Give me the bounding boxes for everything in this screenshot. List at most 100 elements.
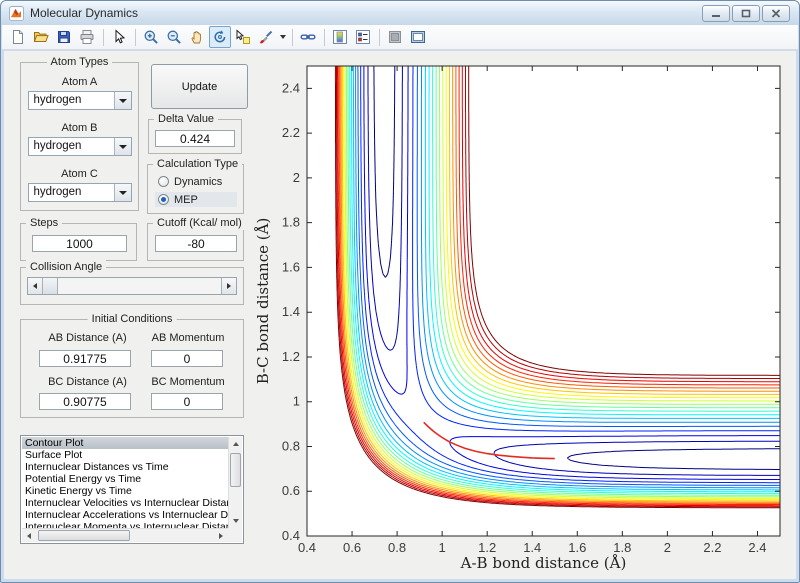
list-item[interactable]: Internuclear Velocities vs Internuclear … <box>22 497 228 509</box>
dropdown-arrow-icon <box>114 184 131 201</box>
svg-text:B-C bond distance (Å): B-C bond distance (Å) <box>254 218 272 385</box>
insert-legend-icon <box>355 29 371 45</box>
new-figure-button[interactable] <box>7 26 29 48</box>
figure-toolbar <box>2 25 798 50</box>
scroll-right-arrow[interactable] <box>216 529 226 542</box>
zoom-in-button[interactable] <box>140 26 162 48</box>
list-item[interactable]: Internuclear Distances vs Time <box>22 461 228 473</box>
chevron-down-icon <box>280 35 286 39</box>
open-file-button[interactable] <box>30 26 52 48</box>
collision-angle-slider[interactable] <box>27 277 237 295</box>
rotate-3d-button[interactable] <box>209 26 231 48</box>
show-plot-tools-icon <box>410 29 426 45</box>
close-icon <box>771 9 781 18</box>
svg-text:0.6: 0.6 <box>282 483 300 498</box>
arrow-cursor-button[interactable] <box>108 26 130 48</box>
cutoff-input[interactable] <box>155 235 237 252</box>
list-item[interactable]: Potential Energy vs Time <box>22 473 228 485</box>
svg-text:0.8: 0.8 <box>282 438 300 453</box>
cutoff-panel: Cutoff (Kcal/ mol) <box>147 223 244 261</box>
list-item[interactable]: Internuclear Accelerations vs Internucle… <box>22 509 228 521</box>
vertical-scroll-thumb[interactable] <box>230 453 241 487</box>
plot-type-listbox[interactable]: Contour PlotSurface PlotInternuclear Dis… <box>20 435 244 544</box>
atom-types-panel: Atom Types Atom A hydrogen Atom B hydrog… <box>20 62 139 211</box>
insert-colorbar-icon <box>332 29 348 45</box>
radio-icon[interactable] <box>158 176 169 187</box>
brush-button[interactable] <box>255 26 277 48</box>
slider-thumb[interactable] <box>43 278 58 294</box>
list-item[interactable]: Contour Plot <box>22 437 228 449</box>
svg-text:1.8: 1.8 <box>282 215 300 230</box>
ab-distance-input[interactable] <box>39 350 131 367</box>
svg-text:1.8: 1.8 <box>613 540 631 555</box>
scroll-down-arrow[interactable] <box>229 516 242 526</box>
atom-a-dropdown[interactable]: hydrogen <box>28 91 132 110</box>
svg-text:2: 2 <box>664 540 671 555</box>
slider-right-arrow[interactable] <box>221 278 236 294</box>
bc-distance-input[interactable] <box>39 393 131 410</box>
slider-track[interactable] <box>58 278 221 294</box>
titlebar[interactable]: Molecular Dynamics <box>1 1 799 25</box>
toolbar-separator <box>324 29 325 46</box>
list-item[interactable]: Internuclear Momenta vs Internuclear Dis… <box>22 521 228 528</box>
slider-left-arrow[interactable] <box>28 278 43 294</box>
mep-radio-row[interactable]: MEP <box>155 192 237 207</box>
ab-momentum-label: AB Momentum <box>147 332 229 344</box>
radio-selected-icon[interactable] <box>158 194 169 205</box>
restore-button[interactable] <box>732 5 760 22</box>
atom-b-dropdown[interactable]: hydrogen <box>28 137 132 156</box>
svg-text:2.2: 2.2 <box>282 125 300 140</box>
bc-momentum-input[interactable] <box>151 393 223 410</box>
horizontal-scroll-thumb[interactable] <box>38 530 130 541</box>
svg-text:1.2: 1.2 <box>478 540 496 555</box>
mep-radio-label: MEP <box>174 194 198 206</box>
toolbar-separator <box>103 29 104 46</box>
list-item[interactable]: Surface Plot <box>22 449 228 461</box>
scrollbar-corner <box>228 528 242 542</box>
ab-momentum-input[interactable] <box>151 350 223 367</box>
delta-value-input[interactable] <box>155 130 235 147</box>
steps-input[interactable] <box>32 235 127 252</box>
pan-hand-button[interactable] <box>186 26 208 48</box>
restore-icon <box>741 9 751 18</box>
link-plot-button[interactable] <box>297 26 319 48</box>
svg-text:0.4: 0.4 <box>282 528 300 543</box>
data-cursor-button[interactable] <box>232 26 254 48</box>
zoom-in-icon <box>143 29 159 45</box>
svg-text:1: 1 <box>439 540 446 555</box>
toolbar-separator <box>292 29 293 46</box>
show-plot-tools-button[interactable] <box>407 26 429 48</box>
hide-plot-tools-icon <box>387 29 403 45</box>
atom-a-value: hydrogen <box>29 92 114 109</box>
scroll-left-arrow[interactable] <box>24 529 34 542</box>
zoom-out-button[interactable] <box>163 26 185 48</box>
atom-b-field: Atom B hydrogen <box>21 122 138 156</box>
atom-c-dropdown[interactable]: hydrogen <box>28 183 132 202</box>
atom-a-label: Atom A <box>21 76 138 88</box>
delta-value-panel: Delta Value <box>148 119 242 154</box>
pan-hand-icon <box>189 29 205 45</box>
svg-text:1.4: 1.4 <box>523 540 541 555</box>
hide-plot-tools-button[interactable] <box>384 26 406 48</box>
matlab-app-icon <box>9 6 24 21</box>
scroll-up-arrow[interactable] <box>229 439 242 449</box>
close-button[interactable] <box>762 5 790 22</box>
vertical-scrollbar[interactable] <box>228 437 242 528</box>
link-plot-icon <box>300 29 316 45</box>
insert-legend-button[interactable] <box>352 26 374 48</box>
panel-title: Collision Angle <box>26 260 106 274</box>
save-figure-button[interactable] <box>53 26 75 48</box>
svg-text:A-B bond distance (Å): A-B bond distance (Å) <box>460 554 627 572</box>
atom-b-label: Atom B <box>21 122 138 134</box>
update-button[interactable]: Update <box>151 64 248 109</box>
atom-a-field: Atom A hydrogen <box>21 76 138 110</box>
insert-colorbar-button[interactable] <box>329 26 351 48</box>
arrow-cursor-icon <box>111 29 127 45</box>
print-figure-button[interactable] <box>76 26 98 48</box>
minimize-button[interactable] <box>702 5 730 22</box>
brush-dropdown-button[interactable] <box>278 26 287 48</box>
right-arrow-icon <box>219 533 223 539</box>
horizontal-scrollbar[interactable] <box>22 528 228 542</box>
list-item[interactable]: Kinetic Energy vs Time <box>22 485 228 497</box>
dynamics-radio-row[interactable]: Dynamics <box>155 174 237 189</box>
